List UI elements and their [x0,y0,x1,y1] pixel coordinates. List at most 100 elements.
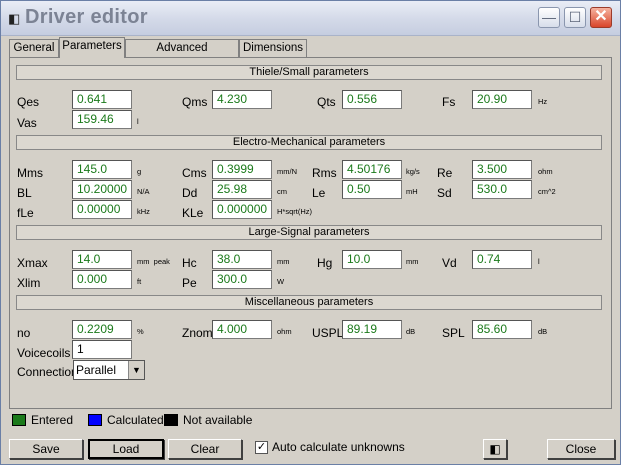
section-thiele-small: Thiele/Small parameters [16,65,602,80]
label-hg: Hg [317,256,333,270]
hc-field[interactable]: 38.0 [212,250,272,269]
unit-no: % [137,327,144,336]
label-re: Re [437,166,453,180]
minimize-button[interactable]: — [538,7,560,28]
chevron-down-icon[interactable]: ▼ [128,361,144,379]
bl-field[interactable]: 10.20000 [72,180,132,199]
label-znom: Znom [182,326,213,340]
legend-entered-swatch [12,414,26,426]
unit-spl: dB [538,327,548,336]
no-field[interactable]: 0.2209 [72,320,132,339]
speaker-icon: ◧ [8,11,21,26]
voicecoils-field[interactable]: 1 [72,340,132,359]
minimize-icon: — [542,9,556,25]
unit-bl: N/A [137,187,150,196]
auto-calculate-checkbox[interactable]: ✓ [255,441,268,454]
label-qts: Qts [317,95,336,109]
unit-sd: cm^2 [538,187,556,196]
window-title: Driver editor [25,6,148,28]
unit-le: mH [406,187,418,196]
unit-xmax: mm peak [137,257,170,266]
re-field[interactable]: 3.500 [472,160,532,179]
label-rms: Rms [312,166,337,180]
unit-dd: cm [277,187,287,196]
unit-vas: l [137,117,139,126]
rms-field[interactable]: 4.50176 [342,160,402,179]
qts-field[interactable]: 0.556 [342,90,402,109]
vd-field[interactable]: 0.74 [472,250,532,269]
legend-not-available-label: Not available [183,413,253,427]
vas-field[interactable]: 159.46 [72,110,132,129]
maximize-button[interactable]: ☐ [564,7,586,28]
unit-pe: W [277,277,285,286]
label-kle: KLe [182,206,204,220]
label-xlim: Xlim [17,276,41,290]
unit-cms: mm/N [277,167,297,176]
unit-rms: kg/s [406,167,420,176]
unit-hg: mm [406,257,419,266]
label-pe: Pe [182,276,197,290]
legend-not-available-swatch [164,414,178,426]
spl-field[interactable]: 85.60 [472,320,532,339]
unit-kle: H*sqrt(Hz) [277,207,312,216]
close-icon: ✕ [594,8,608,25]
le-field[interactable]: 0.50 [342,180,402,199]
fle-field[interactable]: 0.00000 [72,200,132,219]
qes-field[interactable]: 0.641 [72,90,132,109]
driver-editor-window: ◧ Driver editor — ☐ ✕ General Parameters… [0,0,621,465]
connection-select[interactable]: Parallel ▼ [73,360,145,380]
clear-button[interactable]: Clear [168,439,242,459]
label-mms: Mms [17,166,43,180]
pe-field[interactable]: 300.0 [212,270,272,289]
kle-field[interactable]: 0.000000 [212,200,272,219]
connection-value: Parallel [76,363,117,377]
speaker-icon: ◧ [489,442,501,456]
label-xmax: Xmax [17,256,48,270]
label-le: Le [312,186,326,200]
section-miscellaneous: Miscellaneous parameters [16,295,602,310]
xlim-field[interactable]: 0.000 [72,270,132,289]
load-button[interactable]: Load [88,439,164,459]
legend-entered-label: Entered [31,413,74,427]
close-button[interactable]: Close [547,439,615,459]
label-vas: Vas [17,116,37,130]
label-connection: Connection [17,365,78,379]
label-dd: Dd [182,186,198,200]
speaker-button[interactable]: ◧ [483,439,507,459]
tab-advanced-parameters[interactable]: Advanced parameters [125,39,239,71]
unit-xlim: ft [137,277,142,286]
tab-dimensions[interactable]: Dimensions [239,39,307,57]
label-qes: Qes [17,95,40,109]
unit-fs: Hz [538,97,548,106]
label-bl: BL [17,186,32,200]
maximize-icon: ☐ [568,9,582,25]
mms-field[interactable]: 145.0 [72,160,132,179]
unit-fle: kHz [137,207,150,216]
unit-hc: mm [277,257,290,266]
fs-field[interactable]: 20.90 [472,90,532,109]
label-hc: Hc [182,256,197,270]
label-cms: Cms [182,166,207,180]
tab-parameters[interactable]: Parameters [59,37,125,58]
uspl-field[interactable]: 89.19 [342,320,402,339]
tab-general[interactable]: General [9,39,59,57]
cms-field[interactable]: 0.3999 [212,160,272,179]
hg-field[interactable]: 10.0 [342,250,402,269]
xmax-field[interactable]: 14.0 [72,250,132,269]
znom-field[interactable]: 4.000 [212,320,272,339]
save-button[interactable]: Save [9,439,83,459]
label-sd: Sd [437,186,452,200]
close-window-button[interactable]: ✕ [590,7,612,28]
unit-uspl: dB [406,327,416,336]
label-fs: Fs [442,95,456,109]
section-large-signal: Large-Signal parameters [16,225,602,240]
dd-field[interactable]: 25.98 [212,180,272,199]
label-uspl: USPL [312,326,344,340]
sd-field[interactable]: 530.0 [472,180,532,199]
title-bar[interactable]: ◧ Driver editor — ☐ ✕ [1,1,620,36]
section-electro-mechanical: Electro-Mechanical parameters [16,135,602,150]
unit-znom: ohm [277,327,292,336]
qms-field[interactable]: 4.230 [212,90,272,109]
legend-calculated-label: Calculated [107,413,164,427]
label-no: no [17,326,31,340]
